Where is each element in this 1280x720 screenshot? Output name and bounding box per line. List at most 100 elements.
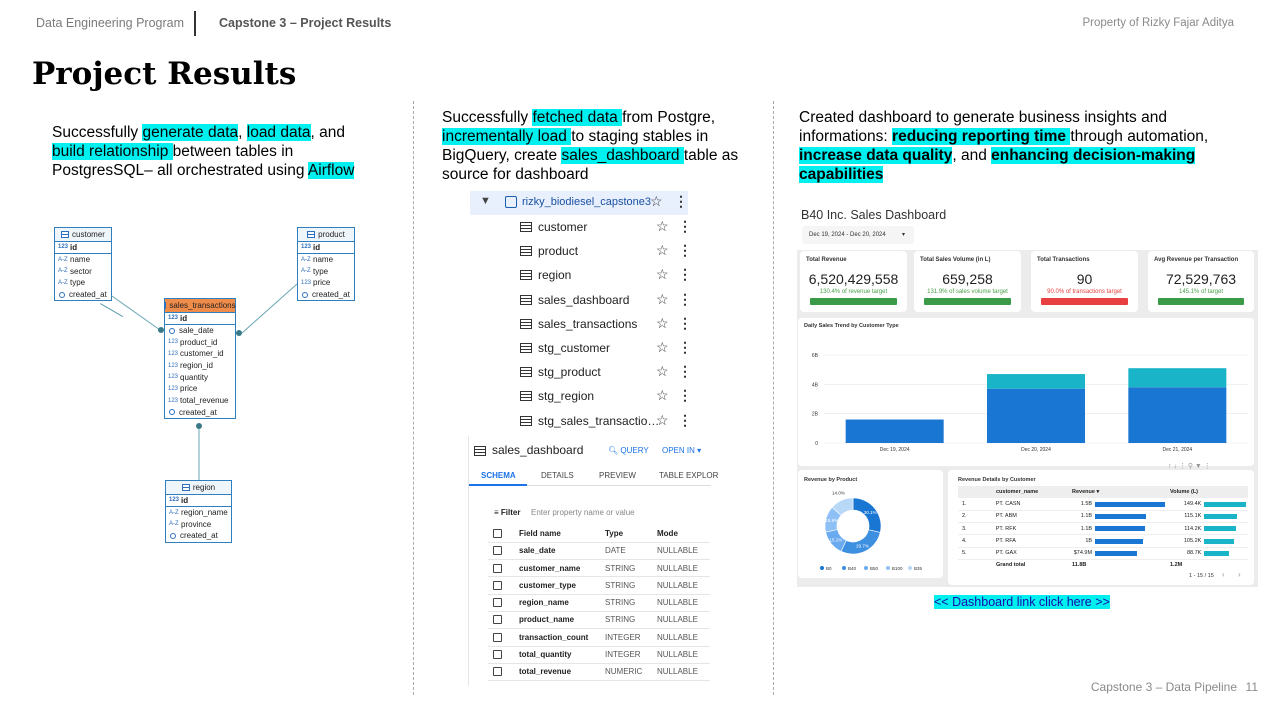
table-row[interactable]: 4. PT. RFA 1B 105.2K — [958, 535, 1248, 548]
pie-slice[interactable] — [840, 529, 881, 555]
bq-table-item[interactable]: stg_customer ☆ ⋮ — [520, 336, 692, 360]
bq-table-item[interactable]: stg_sales_transactio… ☆ ⋮ — [520, 409, 692, 433]
column-name: name — [70, 255, 91, 265]
field-checkbox[interactable] — [493, 546, 502, 556]
more-icon[interactable]: ⋮ — [678, 363, 692, 380]
bar[interactable] — [1128, 387, 1227, 443]
table-row[interactable]: 3. PT. RFK 1.1B 114.2K — [958, 523, 1248, 536]
pie-chart: 30.1% 29.7% 15.2% 15.9% 14.0% B0 B40 B50 B100 B35 — [820, 491, 923, 571]
row-number: 5. — [962, 550, 967, 557]
field-checkbox[interactable] — [493, 650, 502, 660]
bq-table-item[interactable]: region ☆ ⋮ — [520, 263, 692, 287]
field-mode: NULLABLE — [657, 650, 698, 660]
field-checkbox[interactable] — [493, 580, 502, 590]
more-icon[interactable]: ⋮ — [678, 339, 692, 356]
dataset-name[interactable]: rizky_biodiesel_capstone3 — [522, 196, 651, 208]
prev-page-icon[interactable]: ‹ — [1222, 570, 1225, 579]
tab-details[interactable]: DETAILS — [541, 471, 574, 480]
kpi-subtext: 145.1% of target — [1178, 289, 1224, 295]
pie-slice[interactable] — [852, 497, 882, 533]
number-type-icon: 123 — [168, 362, 179, 369]
bar[interactable] — [1128, 368, 1227, 388]
tab-schema[interactable]: SCHEMA — [481, 471, 516, 480]
erd-table-region[interactable]: region 123 id A-Z region_name A-Z province crea… — [165, 480, 232, 543]
erd-table-customer[interactable]: customer 123 id A-Z name A-Z sector A-Z type crea… — [54, 227, 112, 302]
chart-toolbar[interactable]: ↑ ↓ ⋮ ⚲ ▼ ⋮ — [1168, 462, 1211, 470]
tab-preview[interactable]: PREVIEW — [599, 471, 636, 480]
date-range-picker[interactable]: Dec 19, 2024 - Dec 20, 2024 ▾ — [802, 226, 914, 244]
select-all-checkbox[interactable] — [493, 528, 502, 538]
schema-field-row: product_name STRING NULLABLE — [488, 612, 710, 630]
open-in-button[interactable]: OPEN IN ▾ — [662, 446, 701, 455]
field-checkbox[interactable] — [493, 667, 502, 677]
erd-table-sales-transactions[interactable]: sales_transactions 123 id sale_date 123 produ… — [164, 298, 236, 420]
revenue-table-header: customer_name Revenue ▾ Volume (L) — [958, 486, 1248, 499]
kpi-title: Total Sales Volume (in L) — [920, 257, 991, 263]
column-name: price — [313, 278, 331, 288]
bq-table-item[interactable]: stg_region ☆ ⋮ — [520, 384, 692, 408]
kpi-progress-bar — [810, 298, 897, 305]
more-icon[interactable]: ⋮ — [678, 218, 692, 235]
star-icon[interactable]: ☆ — [656, 315, 669, 332]
star-icon[interactable]: ☆ — [656, 242, 669, 259]
star-icon[interactable]: ☆ — [656, 339, 669, 356]
more-icon[interactable]: ⋮ — [678, 291, 692, 308]
more-icon[interactable]: ⋮ — [678, 242, 692, 259]
query-button[interactable]: 🔍︎ QUERY — [608, 446, 649, 455]
bar[interactable] — [987, 388, 1085, 443]
col3-description: Created dashboard to generate business i… — [799, 109, 1209, 183]
dataset-row[interactable]: ▼ rizky_biodiesel_capstone3 ☆ ⋮ — [470, 191, 688, 215]
star-icon[interactable]: ☆ — [656, 363, 669, 380]
legend-label: B0 — [826, 566, 832, 571]
field-checkbox[interactable] — [493, 632, 502, 642]
more-icon[interactable]: ⋮ — [678, 315, 692, 332]
tab-table-explor[interactable]: TABLE EXPLOR — [659, 471, 718, 480]
sort-revenue[interactable]: Revenue ▾ — [1072, 489, 1170, 495]
star-icon[interactable]: ☆ — [656, 412, 669, 429]
filter-control[interactable]: ≡ Filter — [494, 508, 520, 517]
customer-name: PT. ABM — [995, 513, 1017, 520]
star-icon[interactable]: ☆ — [650, 193, 663, 210]
table-row[interactable]: 1. PT. CASN 1.5B 149.4K — [958, 499, 1248, 511]
filter-input[interactable]: Enter property name or value — [531, 508, 635, 517]
star-icon[interactable]: ☆ — [656, 266, 669, 283]
bar[interactable] — [987, 374, 1085, 389]
star-icon[interactable]: ☆ — [656, 291, 669, 308]
more-icon[interactable]: ⋮ — [674, 193, 688, 210]
table-icon — [520, 270, 532, 281]
field-name: region_name — [519, 598, 569, 608]
erd-column: 123 customer_id — [165, 348, 235, 360]
star-icon[interactable]: ☆ — [656, 218, 669, 235]
clock-icon — [170, 532, 176, 539]
bq-table-item[interactable]: sales_transactions ☆ ⋮ — [520, 312, 692, 336]
field-name: product_name — [519, 615, 575, 625]
more-icon[interactable]: ⋮ — [678, 266, 692, 283]
pie-value-label: 14.0% — [832, 491, 845, 496]
erd-table-product[interactable]: product 123 id A-Z name A-Z type 123 price create… — [297, 227, 355, 302]
legend-swatch — [864, 566, 868, 570]
table-row[interactable]: 2. PT. ABM 1.1B 115.1K — [958, 511, 1248, 524]
erd-column: A-Z name — [298, 254, 354, 266]
bq-table-item[interactable]: product ☆ ⋮ — [520, 239, 692, 263]
field-checkbox[interactable] — [493, 563, 502, 573]
field-checkbox[interactable] — [493, 598, 502, 608]
bq-table-item[interactable]: customer ☆ ⋮ — [520, 215, 692, 239]
more-icon[interactable]: ⋮ — [678, 412, 692, 429]
pie-value-label: 30.1% — [864, 510, 877, 515]
next-page-icon[interactable]: › — [1238, 570, 1241, 579]
clock-icon — [169, 327, 175, 334]
column-name: type — [313, 266, 329, 276]
column-name: customer_id — [180, 349, 224, 359]
erd-column: A-Z type — [298, 265, 354, 277]
bq-table-item[interactable]: stg_product ☆ ⋮ — [520, 360, 692, 384]
field-checkbox[interactable] — [493, 615, 502, 625]
more-icon[interactable]: ⋮ — [678, 387, 692, 404]
volume-value: 105.2K — [1183, 538, 1202, 545]
star-icon[interactable]: ☆ — [656, 387, 669, 404]
erd-table-name: region — [192, 483, 216, 492]
bq-table-item[interactable]: sales_dashboard ☆ ⋮ — [520, 288, 692, 312]
customer-name: PT. RFK — [995, 525, 1017, 532]
collapse-icon[interactable]: ▼ — [480, 195, 491, 207]
dashboard-link[interactable]: << Dashboard link click here >> — [934, 595, 1110, 609]
bar[interactable] — [845, 419, 944, 443]
